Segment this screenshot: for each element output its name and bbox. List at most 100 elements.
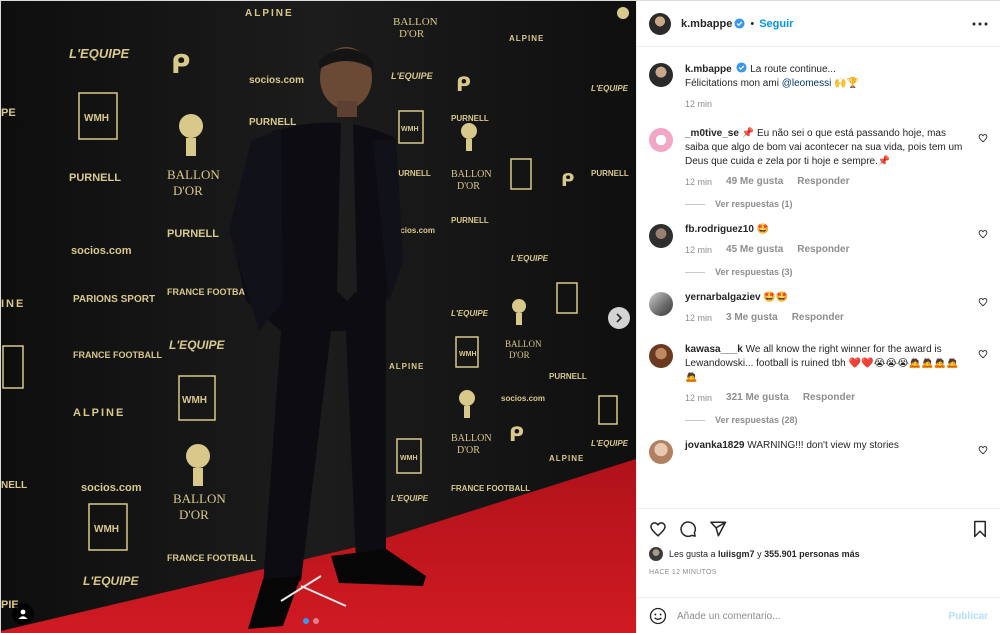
user-tag-icon	[18, 609, 28, 619]
comment-likes[interactable]: 321 Me gusta	[726, 391, 789, 405]
post-photo[interactable]: L'EQUIPE ALPINE PURNELL PURNELL PURNELL …	[1, 1, 636, 633]
commenter-avatar[interactable]	[649, 344, 673, 368]
svg-text:BALLON: BALLON	[451, 433, 492, 444]
svg-text:BALLON: BALLON	[167, 167, 220, 182]
follow-button[interactable]: Seguir	[759, 18, 793, 30]
emoji-icon[interactable]	[649, 607, 667, 625]
author-username[interactable]: k.mbappe	[681, 18, 732, 30]
reply-button[interactable]: Responder	[792, 311, 844, 325]
reply-button[interactable]: Responder	[797, 175, 849, 189]
publish-button[interactable]: Publicar	[949, 611, 988, 622]
chevron-right-icon	[616, 313, 623, 323]
svg-text:WMH: WMH	[182, 395, 207, 406]
comment-text: 🤩	[756, 224, 770, 235]
heart-icon[interactable]	[978, 229, 988, 239]
svg-text:ᑭ: ᑭ	[171, 50, 190, 80]
caption-author-avatar[interactable]	[649, 63, 673, 87]
likes-summary[interactable]: Les gusta a luiisgm7 y 355.901 personas …	[637, 547, 1000, 561]
svg-text:PURNELL: PURNELL	[451, 114, 489, 123]
carousel-dot	[313, 618, 319, 624]
svg-text:L'EQUIPE: L'EQUIPE	[83, 574, 140, 588]
view-replies-button[interactable]: Ver respuestas (28)	[685, 415, 988, 425]
svg-text:D'OR: D'OR	[457, 181, 480, 192]
comment-item: jovanka1829 WARNING!!! don't view my sto…	[649, 439, 988, 464]
heart-icon[interactable]	[978, 297, 988, 307]
commenter-username[interactable]: yernarbalgaziev	[685, 292, 761, 303]
commenter-username[interactable]: _m0tive_se	[685, 128, 739, 139]
svg-text:PURNELL: PURNELL	[549, 372, 587, 381]
comment-time[interactable]: 12 min	[685, 311, 712, 325]
heart-icon[interactable]	[978, 133, 988, 143]
svg-text:WMH: WMH	[84, 113, 109, 124]
heart-icon[interactable]	[649, 520, 667, 538]
svg-text:socios.com: socios.com	[501, 394, 545, 403]
comment-text: WARNING!!! don't view my stories	[747, 440, 899, 451]
comment-time[interactable]: 12 min	[685, 243, 712, 257]
commenter-username[interactable]: fb.rodriguez10	[685, 224, 754, 235]
svg-text:socios.com: socios.com	[71, 245, 132, 257]
commenter-avatar[interactable]	[649, 292, 673, 316]
bookmark-icon[interactable]	[972, 520, 988, 538]
commenter-avatar[interactable]	[649, 128, 673, 152]
likes-count[interactable]: 355.901 personas más	[764, 549, 860, 559]
svg-text:PURNELL: PURNELL	[393, 169, 431, 178]
view-replies-label: Ver respuestas (1)	[715, 199, 793, 209]
svg-text:PURNELL: PURNELL	[167, 228, 219, 240]
commenter-username[interactable]: jovanka1829	[685, 440, 745, 451]
svg-text:L'EQUIPE: L'EQUIPE	[169, 338, 226, 352]
svg-text:ᑭ: ᑭ	[561, 170, 574, 191]
comment-icon[interactable]	[679, 520, 697, 538]
comments-list[interactable]: k.mbappe La route continue... Félicitati…	[637, 48, 1000, 508]
next-photo-button[interactable]	[608, 307, 630, 329]
svg-text:socios.com: socios.com	[249, 75, 304, 86]
svg-text:ALPINE: ALPINE	[389, 362, 424, 371]
share-icon[interactable]	[709, 520, 727, 538]
comment-time[interactable]: 12 min	[685, 175, 712, 189]
comment-item: _m0tive_se 📌 Eu não sei o que está passa…	[649, 127, 988, 209]
caption-emoji: 🙌🏆	[834, 78, 859, 89]
commenter-avatar[interactable]	[649, 440, 673, 464]
comment-input[interactable]	[677, 610, 949, 622]
svg-text:L'EQUIPE: L'EQUIPE	[391, 71, 434, 81]
more-horizontal-icon[interactable]	[972, 22, 988, 26]
svg-text:D'OR: D'OR	[173, 183, 203, 198]
caption-mention-link[interactable]: @leomessi	[782, 78, 832, 89]
likes-middle: y	[754, 549, 765, 559]
svg-text:L'EQUIPE: L'EQUIPE	[591, 439, 629, 448]
svg-text:BALLON: BALLON	[173, 491, 226, 506]
comment-likes[interactable]: 45 Me gusta	[726, 243, 783, 257]
comment-time[interactable]: 12 min	[685, 391, 712, 405]
svg-text:ᑭ: ᑭ	[509, 422, 524, 446]
tagged-users-button[interactable]	[12, 603, 34, 625]
post-sidebar: k.mbappe • Seguir k.mbappe La route cont…	[636, 1, 1000, 633]
svg-text:L'EQUIPE: L'EQUIPE	[511, 254, 549, 263]
commenter-avatar[interactable]	[649, 224, 673, 248]
reply-button[interactable]: Responder	[803, 391, 855, 405]
comment-item: fb.rodriguez10 🤩 12 min 45 Me gusta Resp…	[649, 223, 988, 277]
comment-text: 🤩🤩	[763, 292, 789, 303]
reply-button[interactable]: Responder	[797, 243, 849, 257]
svg-text:D'OR: D'OR	[509, 350, 530, 360]
svg-text:BALLON: BALLON	[451, 169, 492, 180]
liker-username[interactable]: luiisgm7	[718, 549, 755, 559]
svg-text:PURNELL: PURNELL	[591, 169, 629, 178]
carousel-dot-active	[303, 618, 309, 624]
comment-likes[interactable]: 3 Me gusta	[726, 311, 778, 325]
caption-author-username[interactable]: k.mbappe	[685, 64, 732, 75]
svg-text:BALLON: BALLON	[505, 339, 542, 349]
author-avatar[interactable]	[649, 12, 671, 35]
carousel-indicator	[303, 618, 319, 624]
svg-text:WMH: WMH	[459, 351, 477, 358]
view-replies-button[interactable]: Ver respuestas (1)	[685, 199, 988, 209]
heart-icon[interactable]	[978, 349, 988, 359]
heart-icon[interactable]	[978, 445, 988, 455]
svg-text:L'EQUIPE: L'EQUIPE	[451, 309, 489, 318]
commenter-username[interactable]: kawasa___k	[685, 344, 743, 355]
svg-text:L'EQUIPE: L'EQUIPE	[591, 84, 629, 93]
svg-text:NELL: NELL	[1, 480, 27, 491]
caption-line-1: La route continue...	[750, 64, 836, 75]
caption-time[interactable]: 12 min	[685, 97, 712, 111]
comment-likes[interactable]: 49 Me gusta	[726, 175, 783, 189]
post-timestamp[interactable]: HACE 12 MINUTOS	[637, 569, 1000, 576]
view-replies-button[interactable]: Ver respuestas (3)	[685, 267, 988, 277]
